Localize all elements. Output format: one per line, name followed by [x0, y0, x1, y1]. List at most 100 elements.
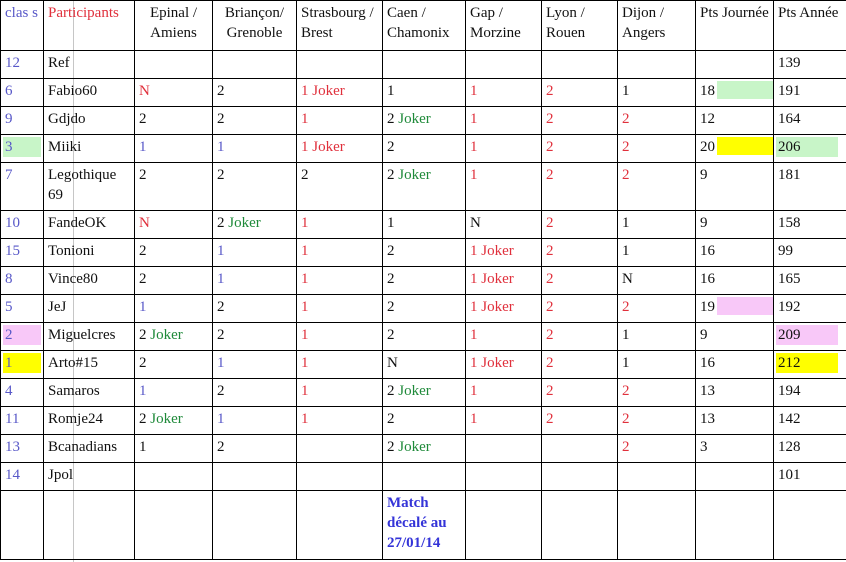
pts-annee-header: Pts Année [773, 0, 846, 51]
participant-name: Vince80 [48, 271, 98, 287]
pick-value: 2 [546, 111, 554, 127]
pts-journee-highlight [717, 137, 773, 155]
table-row: 2 Miguelcres 2 Joker 2 1 2 1 2 1 9 209 [0, 322, 846, 351]
pick-cell: 2 Joker [382, 106, 466, 135]
rank-cell: 9 [0, 106, 44, 135]
pick-cell: 1 [465, 134, 542, 163]
table-row: 9 Gdjdo 2 2 1 2 Joker 1 2 2 12 164 [0, 106, 846, 135]
pts-annee-cell: 165 [773, 266, 846, 295]
pick-value: 2 [546, 327, 554, 343]
table-row: 12 Ref 139 [0, 50, 846, 79]
pick-value: 2 [387, 439, 395, 455]
pick-value: 1 [387, 83, 395, 99]
pick-value: 2 [622, 299, 630, 315]
pick-value: 2 [622, 111, 630, 127]
pts-journee-cell [695, 462, 774, 491]
pts-annee-cell: 191 [773, 78, 846, 107]
pts-annee-cell: 158 [773, 210, 846, 239]
pick-cell: 2 [382, 322, 466, 351]
pick-value: 1 [301, 111, 309, 127]
pick-value: 2 [622, 139, 630, 155]
rank-cell: 7 [0, 162, 44, 211]
pts-annee-value: 209 [776, 325, 838, 345]
pick-value: N [387, 355, 398, 371]
rank-cell: 2 [0, 322, 44, 351]
participant-name: Fabio60 [48, 83, 98, 99]
pick-cell: 2 [541, 350, 618, 379]
pick-cell [296, 434, 383, 463]
participant-cell: Fabio60 [43, 78, 135, 107]
pick-cell: 2 Joker [382, 434, 466, 463]
pick-value: 1 [139, 439, 147, 455]
pick-value: 1 [622, 83, 630, 99]
pts-annee-value: 181 [778, 167, 801, 183]
pick-value: 1 [301, 83, 309, 99]
pts-journee-value: 19 [700, 299, 715, 315]
pts-journee-cell: 20 [695, 134, 774, 163]
rank-cell: 11 [0, 406, 44, 435]
pick-cell [382, 50, 466, 79]
pick-value: 2 [387, 271, 395, 287]
participant-name: Ref [48, 55, 70, 71]
participant-cell: Legothique 69 [43, 162, 135, 211]
participant-cell: Jpol [43, 462, 135, 491]
pick-cell: 1 [296, 322, 383, 351]
pick-cell: 1 [296, 210, 383, 239]
pick-value: 2 [217, 167, 225, 183]
rank-cell: 14 [0, 462, 44, 491]
participant-name: FandeOK [48, 215, 107, 231]
pick-cell: 2 [134, 238, 213, 267]
pick-value: 1 [470, 327, 478, 343]
participants-header: Participants [43, 0, 135, 51]
pick-value: 1 [470, 167, 478, 183]
joker-label: Joker [481, 355, 514, 371]
rank-value: 11 [5, 411, 20, 427]
rank-value: 7 [5, 167, 13, 183]
participant-name: Miguelcres [48, 327, 116, 343]
pick-value: 2 [546, 355, 554, 371]
participant-name: Samaros [48, 383, 100, 399]
pick-value: 2 [546, 139, 554, 155]
pick-cell: 2 [134, 106, 213, 135]
pts-annee-value: 164 [778, 111, 801, 127]
pick-value: 2 [387, 327, 395, 343]
empty-cell [695, 490, 774, 560]
pick-cell: 2 [541, 210, 618, 239]
pick-value: N [622, 271, 633, 287]
joker-label: Joker [312, 83, 345, 99]
pick-cell: 2 [541, 266, 618, 295]
pick-cell: 1 Joker [465, 350, 542, 379]
pick-cell [296, 50, 383, 79]
pick-value: 2 [139, 111, 147, 127]
empty-cell [212, 490, 297, 560]
pts-annee-cell: 101 [773, 462, 846, 491]
table-row: 13 Bcanadians 1 2 2 Joker 2 3 128 [0, 434, 846, 463]
participant-name: Miiki [48, 139, 82, 155]
pick-cell: 2 Joker [212, 210, 297, 239]
pick-value: 1 [217, 243, 225, 259]
pick-value: 2 [546, 299, 554, 315]
pts-journee-value: 16 [700, 355, 715, 371]
pts-annee-cell: 139 [773, 50, 846, 79]
pick-cell: 2 [296, 162, 383, 211]
pick-value: 2 [546, 411, 554, 427]
pts-annee-cell: 192 [773, 294, 846, 323]
pick-value: 2 [387, 139, 395, 155]
joker-label: Joker [398, 439, 431, 455]
table-row: 10 FandeOK N 2 Joker 1 1 N 2 1 9 158 [0, 210, 846, 239]
pick-cell: 1 [465, 106, 542, 135]
pick-cell: 1 [617, 350, 696, 379]
pts-journee-cell: 16 [695, 350, 774, 379]
gap-morzine-header: Gap / Morzine [465, 0, 542, 51]
pick-value: 2 [217, 83, 225, 99]
pts-journee-highlight [717, 81, 773, 99]
pick-cell: 2 [212, 106, 297, 135]
pick-value: 2 [546, 243, 554, 259]
table-row: 6 Fabio60 N 2 1 Joker 1 1 2 1 18 191 [0, 78, 846, 107]
pick-cell: 1 [212, 266, 297, 295]
pick-cell [541, 50, 618, 79]
empty-cell [617, 490, 696, 560]
pick-cell [382, 462, 466, 491]
joker-label: Joker [481, 299, 514, 315]
pick-value: 1 [217, 271, 225, 287]
